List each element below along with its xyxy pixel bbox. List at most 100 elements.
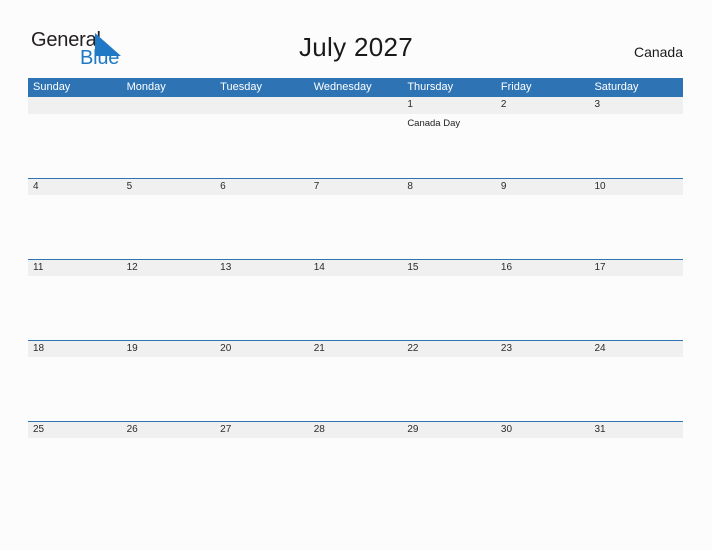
day-number[interactable]: 21 [309, 341, 403, 357]
day-cell[interactable] [496, 276, 590, 340]
page-title: July 2027 [299, 32, 413, 62]
day-number[interactable]: 28 [309, 422, 403, 438]
day-number[interactable]: 20 [215, 341, 309, 357]
weekday-header-wednesday: Wednesday [313, 81, 372, 93]
date-number-band: 18 19 20 21 22 23 24 [28, 340, 683, 357]
day-number[interactable]: 16 [496, 260, 590, 276]
calendar-grid: Sunday Monday Tuesday Wednesday Thursday… [28, 78, 683, 502]
day-events-row [28, 276, 683, 340]
day-number-empty [122, 97, 216, 114]
page-header: General Blue July 2027 Canada [0, 0, 712, 76]
day-cell[interactable] [215, 438, 309, 502]
day-cell[interactable] [589, 114, 683, 178]
day-cell[interactable] [309, 357, 403, 421]
calendar-week-row: 18 19 20 21 22 23 24 [28, 340, 683, 421]
day-number[interactable]: 7 [309, 179, 403, 195]
day-number[interactable]: 18 [28, 341, 122, 357]
date-number-band: 25 26 27 28 29 30 31 [28, 421, 683, 438]
weekday-header-monday: Monday [126, 81, 166, 93]
day-number[interactable]: 5 [122, 179, 216, 195]
day-events-row [28, 357, 683, 421]
day-cell[interactable] [28, 276, 122, 340]
day-number[interactable]: 30 [496, 422, 590, 438]
day-cell [122, 114, 216, 178]
calendar-weeks: 1 2 3 Canada Day 4 5 6 7 8 9 10 11 12 13 14 15 16 17 18 19 2… [28, 97, 683, 502]
day-cell[interactable] [309, 276, 403, 340]
day-events-row [28, 438, 683, 502]
day-cell[interactable] [28, 195, 122, 259]
day-cell[interactable] [402, 357, 496, 421]
day-number-empty [309, 97, 403, 114]
day-cell[interactable] [402, 438, 496, 502]
day-events-row: Canada Day [28, 114, 683, 178]
day-cell[interactable] [589, 195, 683, 259]
day-number[interactable]: 14 [309, 260, 403, 276]
date-number-band: 11 12 13 14 15 16 17 [28, 259, 683, 276]
day-events-row [28, 195, 683, 259]
day-cell[interactable] [28, 357, 122, 421]
day-cell[interactable] [309, 195, 403, 259]
day-number[interactable]: 3 [589, 97, 683, 114]
day-number[interactable]: 29 [402, 422, 496, 438]
day-cell[interactable] [589, 276, 683, 340]
day-number-empty [215, 97, 309, 114]
day-cell[interactable] [122, 276, 216, 340]
day-cell[interactable] [122, 195, 216, 259]
date-number-band: 4 5 6 7 8 9 10 [28, 178, 683, 195]
day-number[interactable]: 27 [215, 422, 309, 438]
day-cell[interactable] [496, 357, 590, 421]
day-cell[interactable] [496, 195, 590, 259]
weekday-header-saturday: Saturday [594, 81, 639, 93]
day-cell[interactable] [496, 438, 590, 502]
calendar-week-row: 11 12 13 14 15 16 17 [28, 259, 683, 340]
day-cell[interactable] [215, 357, 309, 421]
day-number[interactable]: 11 [28, 260, 122, 276]
day-cell[interactable] [309, 438, 403, 502]
day-number[interactable]: 1 [402, 97, 496, 114]
day-cell[interactable]: Canada Day [402, 114, 496, 178]
calendar-week-row: 1 2 3 Canada Day [28, 97, 683, 178]
day-event: Canada Day [407, 118, 461, 129]
day-cell[interactable] [122, 357, 216, 421]
country-label: Canada [633, 44, 683, 60]
day-number[interactable]: 8 [402, 179, 496, 195]
day-cell [215, 114, 309, 178]
day-cell[interactable] [122, 438, 216, 502]
day-number[interactable]: 15 [402, 260, 496, 276]
day-number[interactable]: 4 [28, 179, 122, 195]
date-number-band: 123 [28, 97, 683, 114]
weekday-header-sunday: Sunday [33, 81, 71, 93]
day-cell[interactable] [496, 114, 590, 178]
calendar-page: General Blue July 2027 Canada Sunday Mon… [0, 0, 712, 550]
day-number[interactable]: 2 [496, 97, 590, 114]
day-number[interactable]: 12 [122, 260, 216, 276]
day-number[interactable]: 10 [589, 179, 683, 195]
day-number[interactable]: 26 [122, 422, 216, 438]
weekday-header-row: Sunday Monday Tuesday Wednesday Thursday… [28, 78, 683, 97]
day-number[interactable]: 17 [589, 260, 683, 276]
day-number[interactable]: 24 [589, 341, 683, 357]
day-cell[interactable] [589, 357, 683, 421]
day-cell[interactable] [215, 276, 309, 340]
day-number[interactable]: 6 [215, 179, 309, 195]
calendar-week-row: 25 26 27 28 29 30 31 [28, 421, 683, 502]
day-cell [309, 114, 403, 178]
day-number[interactable]: 31 [589, 422, 683, 438]
day-number[interactable]: 22 [402, 341, 496, 357]
day-number[interactable]: 23 [496, 341, 590, 357]
day-number[interactable]: 25 [28, 422, 122, 438]
day-cell[interactable] [28, 438, 122, 502]
day-number[interactable]: 9 [496, 179, 590, 195]
day-cell[interactable] [402, 195, 496, 259]
day-number-empty [28, 97, 122, 114]
day-cell[interactable] [589, 438, 683, 502]
day-cell [28, 114, 122, 178]
weekday-header-tuesday: Tuesday [220, 81, 262, 93]
day-cell[interactable] [215, 195, 309, 259]
weekday-header-friday: Friday [500, 81, 532, 93]
day-number[interactable]: 13 [215, 260, 309, 276]
calendar-week-row: 4 5 6 7 8 9 10 [28, 178, 683, 259]
day-number[interactable]: 19 [122, 341, 216, 357]
weekday-header-thursday: Thursday [407, 81, 454, 93]
day-cell[interactable] [402, 276, 496, 340]
